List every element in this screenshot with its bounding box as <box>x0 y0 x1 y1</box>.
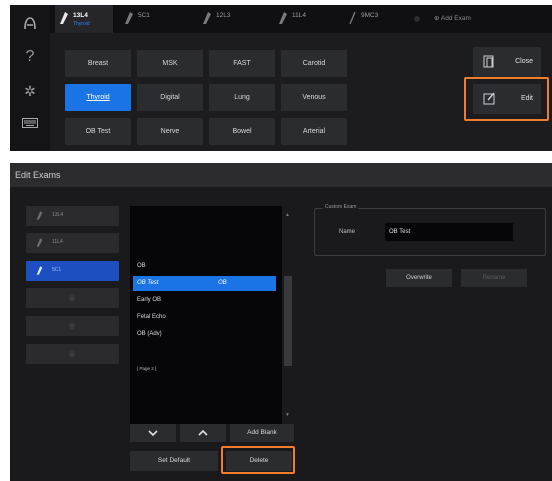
name-label: Name <box>339 229 356 235</box>
probe-tab-11l4[interactable]: 11L4 <box>274 5 332 33</box>
probe-item-13l4[interactable]: 13L4 <box>26 206 119 226</box>
rename-button[interactable]: Rename <box>461 269 527 287</box>
exam-button-nerve[interactable]: Nerve <box>137 118 203 145</box>
close-button[interactable]: Close <box>473 47 541 77</box>
edit-label: Edit <box>520 95 533 102</box>
probe-icon <box>349 11 356 25</box>
probe-tab-name: 12L3 <box>216 12 231 19</box>
probe-item-empty[interactable] <box>26 288 119 308</box>
edit-button[interactable]: Edit <box>473 84 541 114</box>
keyboard-icon[interactable] <box>10 114 50 134</box>
exam-button-bowel[interactable]: Bowel <box>209 118 275 145</box>
custom-exam-group: Custom Exam Name OB Test <box>314 204 546 256</box>
set-default-button[interactable]: Set Default <box>130 451 218 471</box>
probe-item-empty[interactable] <box>26 344 119 364</box>
probe-icon <box>36 266 43 275</box>
exam-button-venous[interactable]: Venous <box>281 84 347 111</box>
probe-icon <box>36 238 43 247</box>
delete-button[interactable]: Delete <box>226 451 292 471</box>
probe-tab-12l3[interactable]: 12L3 <box>198 5 256 33</box>
probe-tab-5c1[interactable]: 5C1 <box>120 5 178 33</box>
help-icon[interactable]: ? <box>10 47 50 67</box>
probe-item-label: 5C1 <box>52 267 62 273</box>
probe-tab-exam: Thyroid <box>73 21 90 27</box>
list-item[interactable]: OB <box>133 259 276 274</box>
exam-list[interactable]: OB OB Test OB Early OB Fetal Echo OB (Ad… <box>130 206 282 424</box>
empty-slot-icon <box>69 351 75 357</box>
list-item[interactable]: Fetal Echo <box>133 310 276 325</box>
close-label: Close <box>515 58 533 65</box>
add-exam-label: Add Exam <box>440 15 471 22</box>
exam-button-lung[interactable]: Lung <box>209 84 275 111</box>
user-icon[interactable] <box>10 16 50 36</box>
probe-tab-bar: 13L4 Thyroid 5C1 12L3 11L4 9MC3 ⊕ Add Ex… <box>50 5 552 33</box>
scroll-down-icon[interactable]: ▼ <box>285 412 290 418</box>
move-down-button[interactable] <box>130 424 176 442</box>
probe-tab-name: 11L4 <box>292 12 306 19</box>
exam-button-carotid[interactable]: Carotid <box>281 50 347 77</box>
scrollbar-thumb[interactable] <box>284 276 292 366</box>
add-exam-button[interactable]: ⊕ Add Exam <box>434 14 471 22</box>
chevron-up-icon <box>198 429 208 436</box>
probe-icon <box>203 12 211 24</box>
close-panel-icon <box>483 55 494 68</box>
probe-icon <box>125 12 133 24</box>
overwrite-button[interactable]: Overwrite <box>386 269 452 287</box>
exam-button-digital[interactable]: Digital <box>137 84 203 111</box>
probe-tab-13l4[interactable]: 13L4 Thyroid <box>55 5 113 33</box>
plus-circle-icon: ⊕ <box>434 15 440 22</box>
exam-button-msk[interactable]: MSK <box>137 50 203 77</box>
gear-icon[interactable]: ✲ <box>10 81 50 101</box>
edit-icon <box>483 92 495 105</box>
list-scrollbar[interactable]: ▲ ▼ <box>282 206 294 424</box>
move-up-button[interactable] <box>180 424 226 442</box>
probe-tab-name: 13L4 <box>73 12 88 19</box>
empty-slot-icon <box>69 323 75 329</box>
probe-icon <box>279 12 287 24</box>
probe-item-5c1[interactable]: 5C1 <box>26 261 119 281</box>
list-item[interactable]: OB (Adv) <box>133 327 276 342</box>
name-field[interactable]: OB Test <box>385 223 513 241</box>
empty-slot-icon <box>414 16 420 22</box>
probe-icon <box>60 12 68 24</box>
left-toolbar: ? ✲ <box>10 5 50 151</box>
list-item-selected[interactable]: OB Test OB <box>133 276 276 291</box>
list-item[interactable]: Early OB <box>133 293 276 308</box>
exam-button-breast[interactable]: Breast <box>65 50 131 77</box>
list-item-label: OB Test <box>137 280 159 286</box>
probe-item-11l4[interactable]: 11L4 <box>26 233 119 253</box>
probe-tab-name: 5C1 <box>138 12 150 19</box>
probe-tab-9mc3[interactable]: 9MC3 <box>343 5 401 33</box>
exam-button-thyroid[interactable]: Thyroid <box>65 84 131 111</box>
exam-button-fast[interactable]: FAST <box>209 50 275 77</box>
probe-item-empty[interactable] <box>26 316 119 336</box>
list-item-category: OB <box>218 280 227 286</box>
probe-item-label: 13L4 <box>52 212 64 218</box>
probe-icon <box>36 211 43 220</box>
exam-button-arterial[interactable]: Arterial <box>281 118 347 145</box>
exam-selection-panel: ? ✲ 13L4 Thyroid 5C1 12L3 11L4 9MC3 ⊕ Ad… <box>10 5 552 151</box>
empty-slot-icon <box>69 295 75 301</box>
page-marker: [ Page 2 ] <box>137 366 157 371</box>
scroll-up-icon[interactable]: ▲ <box>285 212 290 218</box>
probe-item-label: 11L4 <box>52 239 63 245</box>
custom-exam-legend: Custom Exam <box>323 204 359 210</box>
edit-exams-panel: Edit Exams 13L4 11L4 5C1 OB OB Test OB E… <box>10 163 552 481</box>
exam-button-ob-test[interactable]: OB Test <box>65 118 131 145</box>
add-blank-button[interactable]: Add Blank <box>230 424 294 442</box>
chevron-down-icon <box>148 430 158 437</box>
panel-title: Edit Exams <box>10 163 552 187</box>
probe-tab-name: 9MC3 <box>361 12 379 19</box>
